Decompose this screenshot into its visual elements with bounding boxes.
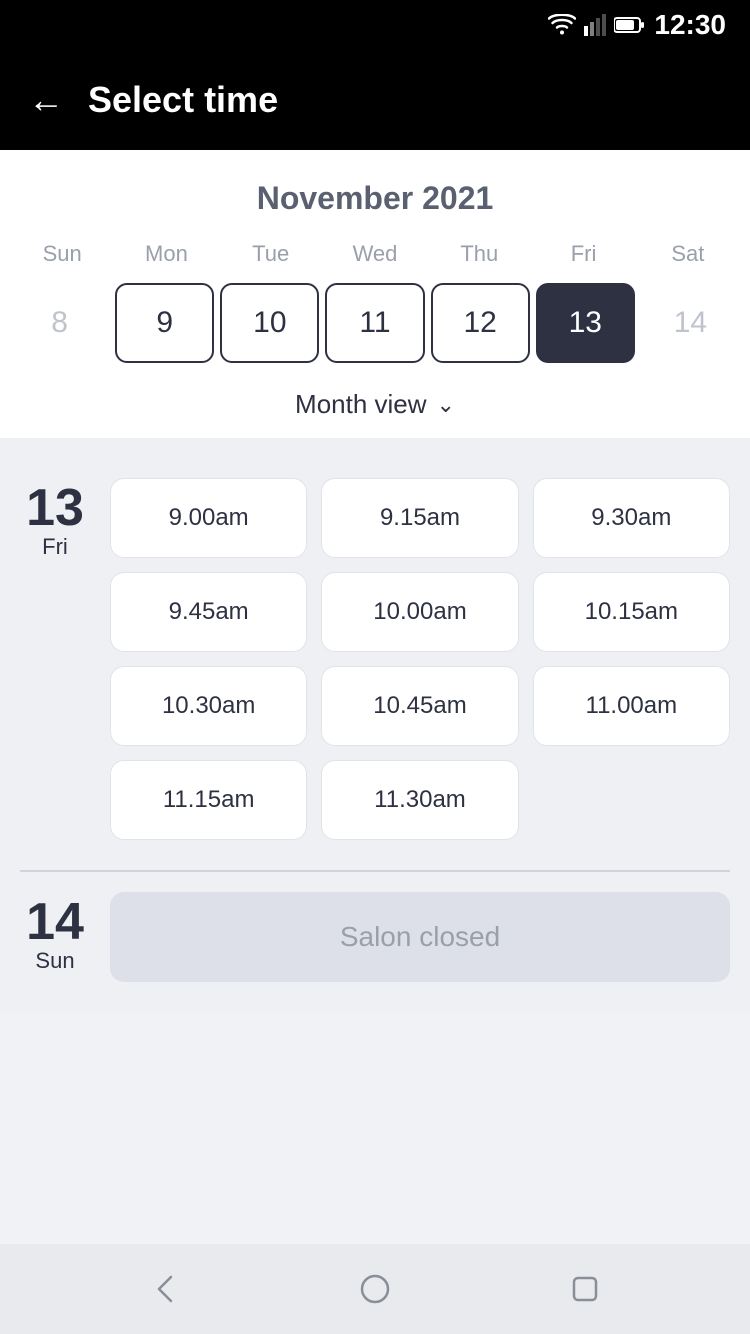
salon-closed-label: Salon closed [110,892,730,982]
signal-icon [584,14,606,36]
day-name-13: Fri [42,534,68,560]
slot-1130am[interactable]: 11.30am [321,760,518,840]
day-headers: Sun Mon Tue Wed Thu Fri Sat [0,233,750,275]
time-grid-13: 9.00am 9.15am 9.30am 9.45am 10.00am 10.1… [110,478,730,840]
slot-945am[interactable]: 9.45am [110,572,307,652]
day-header-thu: Thu [427,233,531,275]
day-12[interactable]: 12 [431,283,530,363]
day-11[interactable]: 11 [325,283,424,363]
slot-1015am[interactable]: 10.15am [533,572,730,652]
day-header-sun: Sun [10,233,114,275]
day-8[interactable]: 8 [10,283,109,363]
slot-930am[interactable]: 9.30am [533,478,730,558]
slot-1115am[interactable]: 11.15am [110,760,307,840]
day-label-13: 13 Fri [20,478,90,840]
status-icons [548,14,644,36]
day-block-14: 14 Sun Salon closed [20,872,730,1012]
month-title: November 2021 [0,170,750,233]
day-name-14: Sun [35,948,74,974]
slot-1030am[interactable]: 10.30am [110,666,307,746]
day-number-14: 14 [26,896,84,948]
nav-back-button[interactable] [145,1269,185,1309]
status-bar: 12:30 [0,0,750,50]
slot-1045am[interactable]: 10.45am [321,666,518,746]
battery-icon [614,16,644,34]
day-label-14: 14 Sun [20,892,90,982]
day-header-mon: Mon [114,233,218,275]
back-button[interactable]: ← [28,79,64,121]
month-view-label: Month view [295,389,427,420]
slot-915am[interactable]: 9.15am [321,478,518,558]
day-10[interactable]: 10 [220,283,319,363]
day-header-sat: Sat [636,233,740,275]
month-view-toggle[interactable]: Month view ⌄ [0,379,750,438]
slot-1000am[interactable]: 10.00am [321,572,518,652]
status-time: 12:30 [654,9,726,41]
week-row: 8 9 10 11 12 13 14 [0,275,750,379]
day-13[interactable]: 13 [536,283,635,363]
day-block-13: 13 Fri 9.00am 9.15am 9.30am 9.45am 10.00… [20,458,730,870]
app-header: ← Select time [0,50,750,150]
slot-1100am[interactable]: 11.00am [533,666,730,746]
wifi-icon [548,14,576,36]
nav-home-button[interactable] [355,1269,395,1309]
day-14[interactable]: 14 [641,283,740,363]
day-number-13: 13 [26,482,84,534]
day-9[interactable]: 9 [115,283,214,363]
day-header-fri: Fri [531,233,635,275]
time-slots-section: 13 Fri 9.00am 9.15am 9.30am 9.45am 10.00… [0,438,750,1012]
nav-recent-button[interactable] [565,1269,605,1309]
day-header-wed: Wed [323,233,427,275]
page-title: Select time [88,79,278,121]
slot-900am[interactable]: 9.00am [110,478,307,558]
bottom-nav [0,1244,750,1334]
day-header-tue: Tue [219,233,323,275]
calendar-section: November 2021 Sun Mon Tue Wed Thu Fri Sa… [0,150,750,438]
chevron-down-icon: ⌄ [437,392,455,418]
